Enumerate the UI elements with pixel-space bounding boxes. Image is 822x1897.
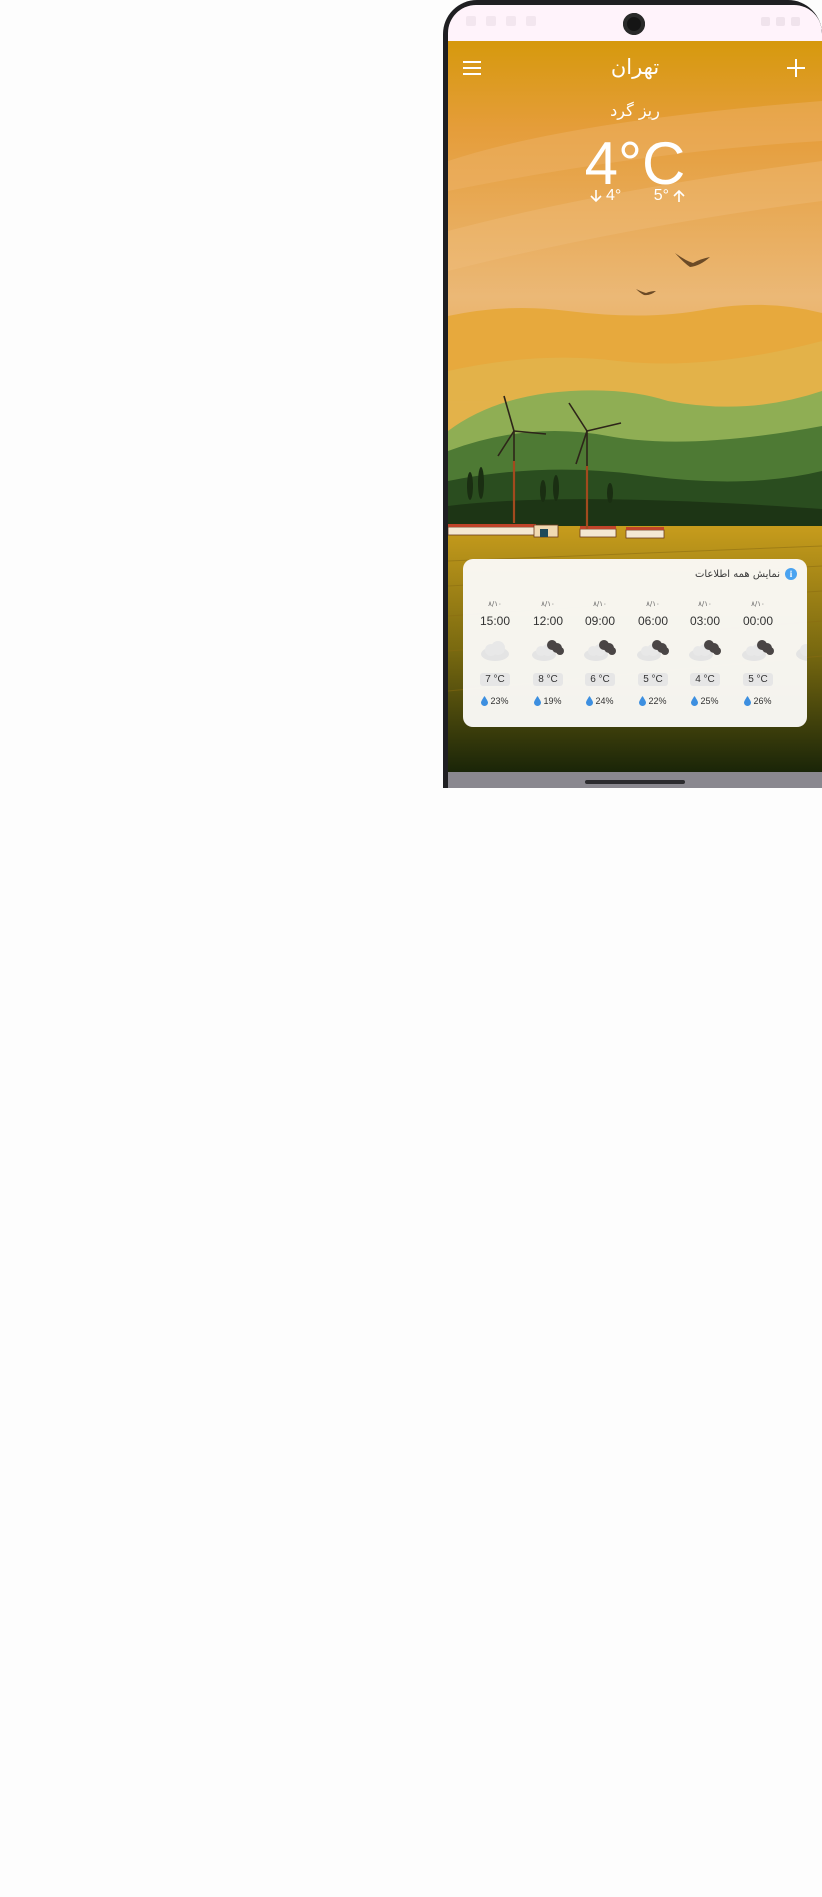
- hour-date: ۸/۱۰: [698, 600, 712, 608]
- status-bar: [448, 5, 822, 41]
- hour-temperature: 7 °C: [480, 673, 510, 686]
- front-camera: [623, 13, 645, 35]
- city-name[interactable]: تهران: [535, 55, 735, 79]
- hour-humidity: 25%: [685, 696, 725, 706]
- hour-forecast-item[interactable]: ۸/۱۰ 15:00 7 °C 23%: [475, 599, 515, 719]
- humidity-value: 26%: [753, 696, 772, 706]
- water-drop-icon: [691, 696, 699, 706]
- hour-time: 00:00: [742, 614, 774, 628]
- info-icon: i: [785, 568, 797, 580]
- hour-temperature: 5 °C: [638, 673, 668, 686]
- humidity-value: 24%: [595, 696, 614, 706]
- hour-temperature: 8 °C: [533, 673, 563, 686]
- min-max-temperature: 4° 5°: [590, 187, 685, 211]
- hour-time: 12:00: [532, 614, 564, 628]
- status-icons-right: [761, 17, 800, 26]
- water-drop-icon: [586, 696, 594, 706]
- max-temp: 5°: [653, 187, 669, 204]
- hour-forecast-item[interactable]: ۸/۱۰ 00:00 5 °C 26%: [738, 599, 778, 719]
- partly-cloudy-icon: [687, 637, 723, 663]
- partly-cloudy-icon: [740, 637, 776, 663]
- water-drop-icon: [744, 696, 752, 706]
- hour-time: 15:00: [479, 614, 511, 628]
- hour-date: ۸/۱۰: [488, 600, 502, 608]
- phone-frame: تهران ریز گرد 4°C 4° 5° نمایش همه اطلاعا…: [443, 0, 822, 788]
- hour-humidity: 26%: [738, 696, 778, 706]
- home-handle[interactable]: [585, 780, 685, 784]
- hour-forecast-item[interactable]: ۸/۱۰ 09:00 6 °C 24%: [580, 599, 620, 719]
- hour-time: 09:00: [584, 614, 616, 628]
- hour-humidity: 23%: [475, 696, 515, 706]
- humidity-value: 25%: [700, 696, 719, 706]
- partly-cloudy-icon: [582, 637, 618, 663]
- humidity-value: 23%: [490, 696, 509, 706]
- hour-temperature: 5 °C: [743, 673, 773, 686]
- partly-cloudy-icon: [530, 637, 566, 663]
- humidity-value: 19%: [543, 696, 562, 706]
- show-all-info-link[interactable]: نمایش همه اطلاعات i: [695, 568, 797, 580]
- add-city-plus-icon[interactable]: [785, 57, 807, 79]
- hour-forecast-item[interactable]: ۸/۱۰ 06:00 5 °C 22%: [633, 599, 673, 719]
- min-temp: 4°: [606, 187, 622, 204]
- hour-time: 06:00: [637, 614, 669, 628]
- hour-forecast-item[interactable]: ۸/۱۰ 03:00 4 °C 25%: [685, 599, 725, 719]
- partly-cloudy-icon: [635, 637, 671, 663]
- status-icons-left: [466, 16, 536, 26]
- hour-humidity: 22%: [633, 696, 673, 706]
- weather-condition: ریز گرد: [610, 101, 660, 120]
- hour-humidity: 24%: [580, 696, 620, 706]
- humidity-value: 22%: [648, 696, 667, 706]
- hourly-forecast-list[interactable]: ۸/۱۰ 15:00 7 °C 23% ۸/۱۰ 12:00 8 °C 19% ۸/۱۰ 09:0…: [463, 599, 807, 719]
- min-temp-group: 4°: [590, 187, 621, 205]
- hamburger-menu-icon[interactable]: [463, 60, 481, 76]
- water-drop-icon: [481, 696, 489, 706]
- hour-date: ۸/۱۰: [646, 600, 660, 608]
- hour-date: ۸/۱۰: [751, 600, 765, 608]
- hour-time: 03:00: [689, 614, 721, 628]
- hour-date: ۸/۱۰: [593, 600, 607, 608]
- hour-forecast-item[interactable]: ۸/۱۰ 12:00 8 °C 19%: [528, 599, 568, 719]
- hourly-forecast-card: نمایش همه اطلاعات i ۸/۱۰ 15:00 7 °C 23% ۸/۱۰…: [463, 559, 807, 727]
- hour-temperature: 4 °C: [690, 673, 720, 686]
- navigation-bar: [448, 772, 822, 788]
- arrow-down-icon: [590, 190, 602, 203]
- hour-date: ۸: [790, 599, 807, 609]
- hour-humidity: 19%: [528, 696, 568, 706]
- water-drop-icon: [639, 696, 647, 706]
- cloud-icon: [477, 637, 513, 663]
- screen: تهران ریز گرد 4°C 4° 5° نمایش همه اطلاعا…: [448, 5, 822, 788]
- hour-date: ۸/۱۰: [541, 600, 555, 608]
- max-temp-group: 5°: [654, 187, 685, 205]
- hour-temperature: 6 °C: [585, 673, 615, 686]
- water-drop-icon: [534, 696, 542, 706]
- cloud-icon: [792, 637, 807, 663]
- show-all-info-label: نمایش همه اطلاعات: [694, 568, 780, 580]
- hour-forecast-item[interactable]: ۸2: [790, 599, 807, 719]
- hour-time: 2: [790, 613, 808, 629]
- arrow-up-icon: [673, 189, 685, 202]
